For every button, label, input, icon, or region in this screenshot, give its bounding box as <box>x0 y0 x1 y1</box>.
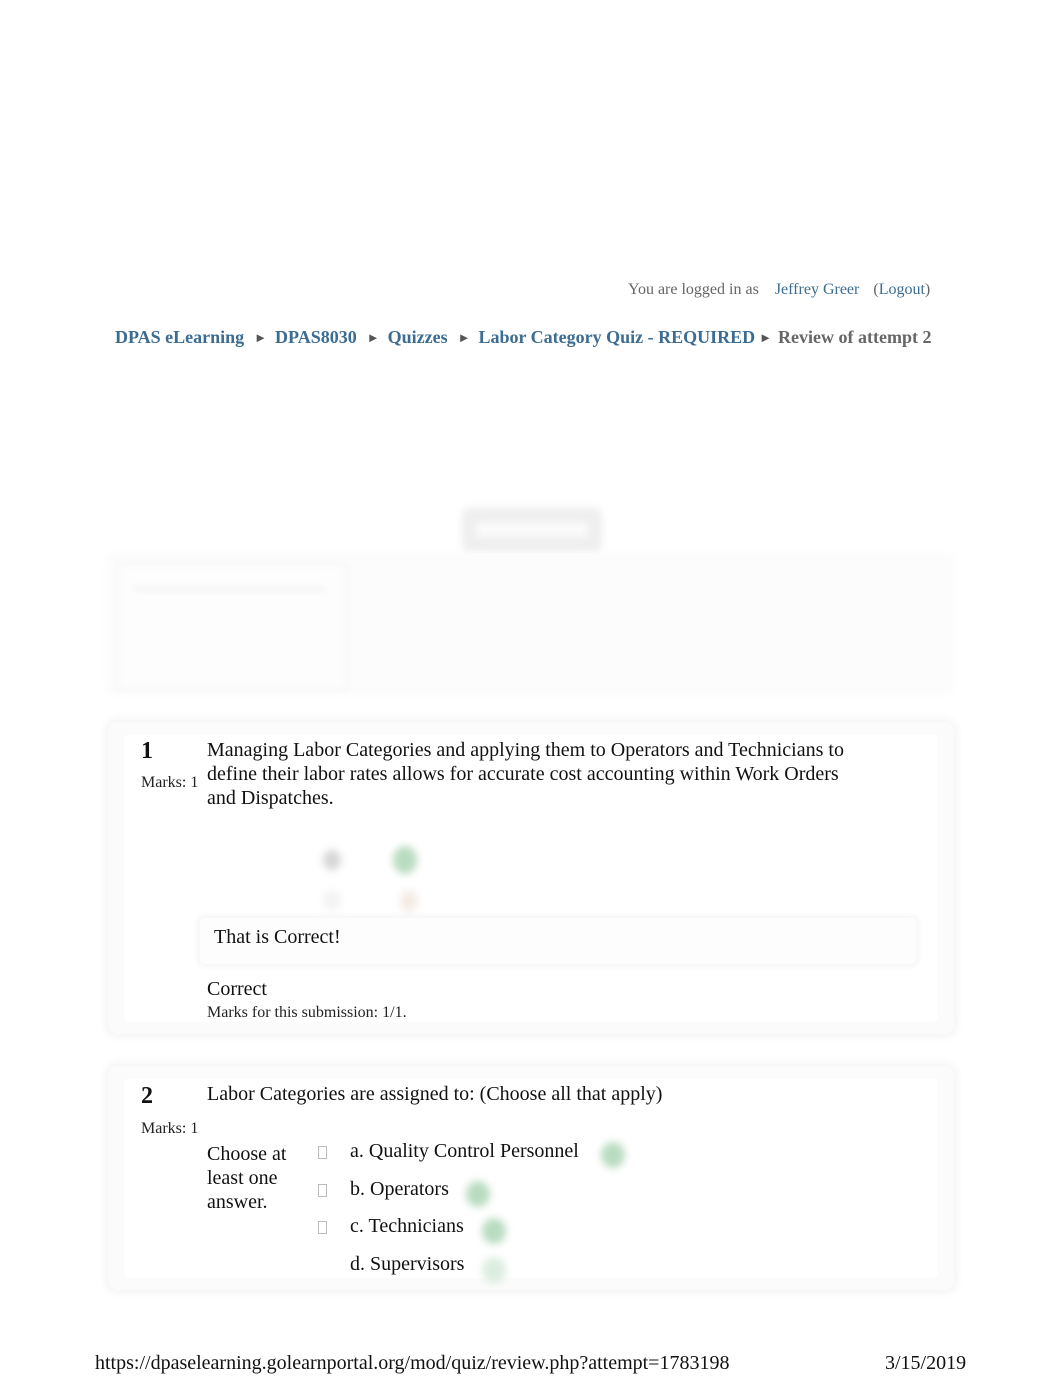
breadcrumb-current: Review of attempt 2 <box>778 327 932 347</box>
breadcrumb: DPAS eLearning ► DPAS8030 ► Quizzes ► Labor Ca… <box>115 327 945 349</box>
blurred-button-label <box>476 522 588 538</box>
question-number: 2 <box>141 1083 153 1109</box>
user-profile-link[interactable]: Jeffrey Greer <box>775 281 860 298</box>
answer-label: b. Operators <box>350 1177 449 1200</box>
close-paren: ) <box>924 281 931 298</box>
blurred-summary-line <box>134 587 324 591</box>
question-marks: Marks: 1 <box>141 1120 199 1137</box>
correct-tick-icon <box>601 1142 625 1168</box>
breadcrumb-separator-icon: ► <box>254 330 268 345</box>
breadcrumb-course[interactable]: DPAS8030 <box>275 327 357 347</box>
question-2-card: 2 Marks: 1 Labor Categories are assigned… <box>108 1066 954 1290</box>
checkbox-icon[interactable] <box>318 1146 327 1159</box>
correct-tick-icon <box>393 846 417 874</box>
blurred-summary-box <box>116 563 348 691</box>
breadcrumb-home[interactable]: DPAS eLearning <box>115 327 244 347</box>
print-date: 3/15/2019 <box>885 1352 967 1374</box>
breadcrumb-separator-icon: ► <box>366 330 380 345</box>
question-text: Labor Categories are assigned to: (Choos… <box>207 1083 663 1105</box>
answer-label: d. Supervisors <box>350 1252 465 1275</box>
answer-label: a. Quality Control Personnel <box>350 1140 579 1162</box>
radio-icon[interactable] <box>323 850 341 870</box>
checkbox-icon[interactable] <box>318 1183 327 1197</box>
logged-in-prefix: You are logged in as <box>628 281 759 298</box>
feedback-box: That is Correct! <box>200 918 916 964</box>
logout-link[interactable]: Logout <box>879 281 925 298</box>
breadcrumb-quizzes[interactable]: Quizzes <box>388 327 448 347</box>
correct-tick-icon <box>466 1180 490 1207</box>
breadcrumb-separator-icon: ► <box>759 330 773 345</box>
submission-marks: Marks for this submission: 1/1. <box>207 1004 407 1021</box>
breadcrumb-quiz[interactable]: Labor Category Quiz - REQUIRED <box>478 327 755 347</box>
checkbox-icon[interactable] <box>318 1221 327 1234</box>
grade-status: Correct <box>207 978 267 1000</box>
blurred-summary-panel <box>106 553 954 695</box>
answer-label: c. Technicians <box>350 1215 464 1237</box>
page-url: https://dpaselearning.golearnportal.org/… <box>95 1352 730 1374</box>
correct-tick-icon <box>482 1218 506 1244</box>
checkbox-icon[interactable] <box>318 1258 327 1272</box>
answer-prompt: Choose at least one answer. <box>207 1143 287 1213</box>
breadcrumb-separator-icon: ► <box>457 330 471 345</box>
question-number: 1 <box>141 738 153 764</box>
radio-icon[interactable] <box>323 890 341 910</box>
blurred-button[interactable] <box>462 508 602 552</box>
correct-tick-icon <box>482 1256 506 1283</box>
question-text: Managing Labor Categories and applying t… <box>207 739 844 809</box>
feedback-text: That is Correct! <box>214 926 341 948</box>
incorrect-cross-icon <box>400 890 418 912</box>
question-1-card: 1 Marks: 1 Managing Labor Categories and… <box>108 722 954 1034</box>
login-info: You are logged in as Jeffrey Greer (Logout… <box>628 281 930 299</box>
question-marks: Marks: 1 <box>141 774 199 791</box>
